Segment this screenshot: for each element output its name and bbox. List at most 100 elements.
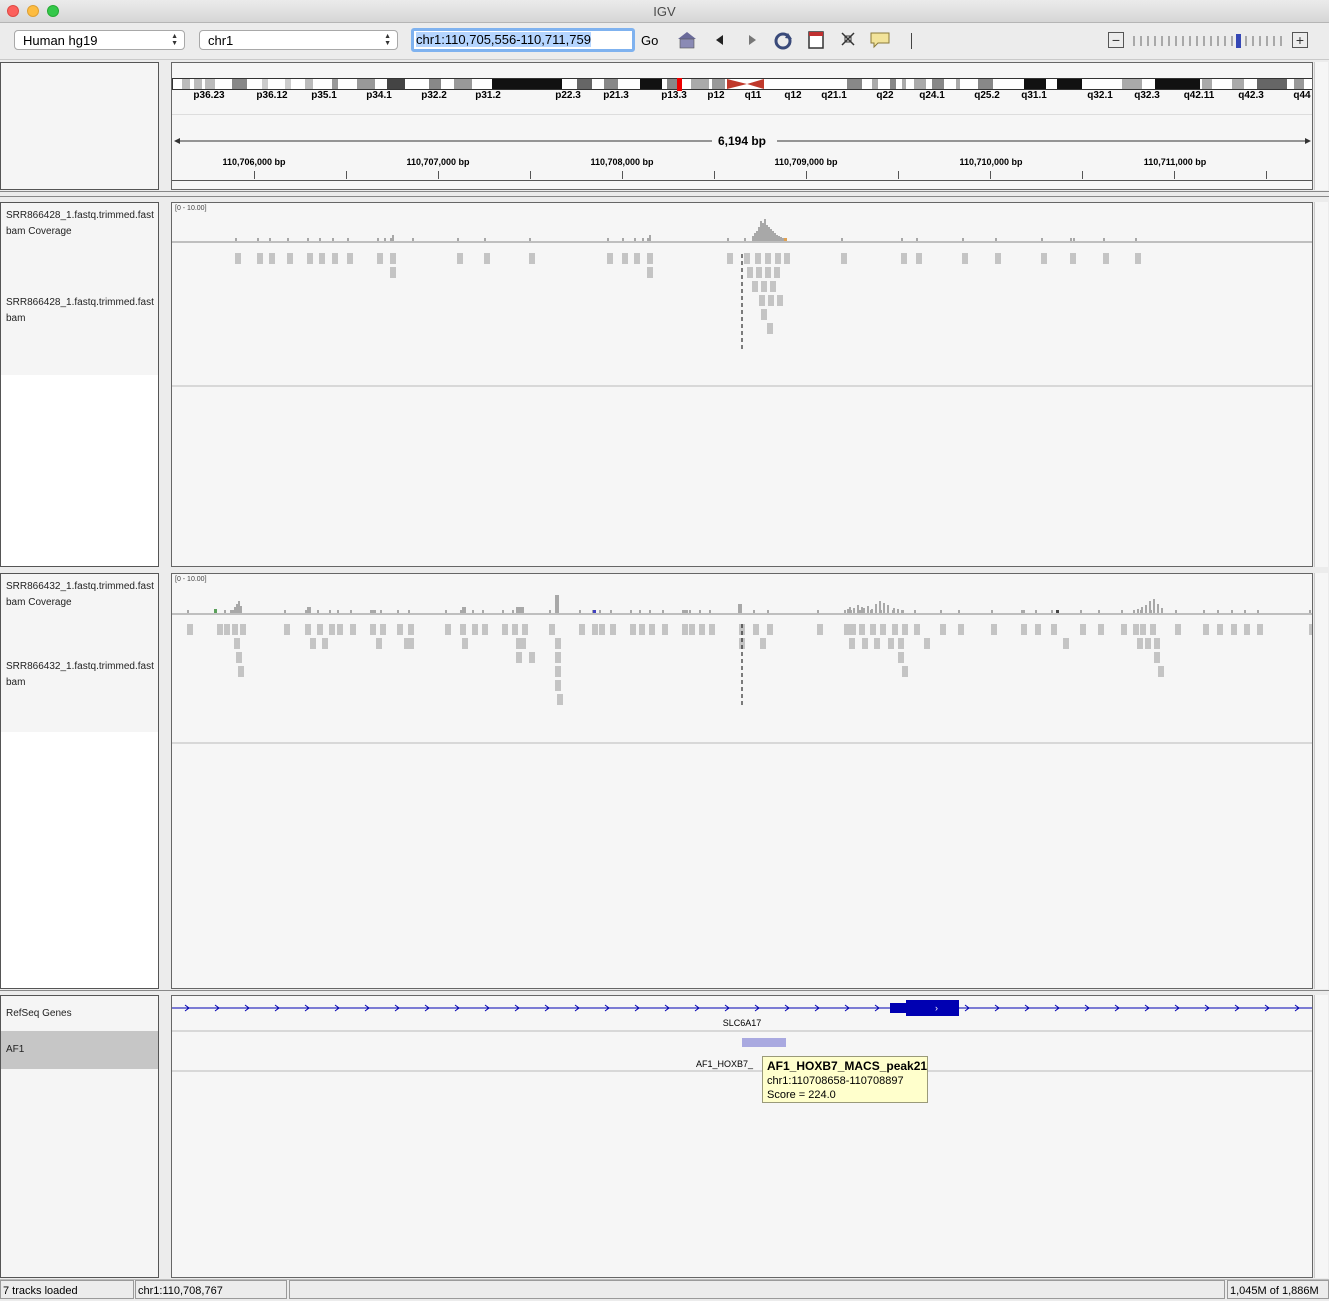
- coverage-bar: [1231, 610, 1233, 613]
- resize-to-window-icon[interactable]: [838, 31, 858, 51]
- feature-scrollbar[interactable]: [1314, 995, 1328, 1278]
- read: [240, 624, 246, 635]
- coverage-bar: [863, 608, 865, 613]
- band-label: q24.1: [919, 90, 945, 101]
- read: [817, 624, 823, 635]
- peak-feature[interactable]: [742, 1038, 786, 1047]
- read: [1063, 638, 1069, 649]
- read: [1203, 624, 1209, 635]
- panel2-data-panel[interactable]: [0 - 10.00]: [171, 573, 1313, 989]
- ruler-toggle-icon[interactable]: [911, 33, 912, 49]
- track-name-aln1[interactable]: SRR866428_1.fastq.trimmed.fast bam: [6, 295, 160, 327]
- track-name-line: bam Coverage: [6, 597, 72, 608]
- read: [1051, 624, 1057, 635]
- coverage-bar: [1133, 610, 1135, 613]
- coverage-bar: [472, 610, 474, 613]
- popup-info-icon[interactable]: [870, 31, 890, 51]
- panel1-scrollbar[interactable]: [1314, 202, 1328, 567]
- read: [390, 267, 396, 278]
- coverage-bar: [861, 607, 863, 613]
- home-icon[interactable]: [677, 31, 697, 51]
- read: [1244, 624, 1250, 635]
- track-name-af1-selected[interactable]: AF1: [1, 1031, 158, 1069]
- forward-arrow-icon[interactable]: [742, 31, 762, 51]
- read: [555, 680, 561, 691]
- ideogram-band: [1257, 79, 1287, 89]
- coverage-bar: [1135, 238, 1137, 241]
- read: [1158, 666, 1164, 677]
- ruler-tick: [806, 171, 807, 179]
- read: [520, 638, 526, 649]
- alignment-track-1[interactable]: [172, 203, 1313, 567]
- zoom-out-button[interactable]: −: [1108, 32, 1124, 48]
- band-label: q22: [876, 90, 894, 101]
- panel-divider[interactable]: [0, 990, 1329, 994]
- alignment-track-2[interactable]: [172, 574, 1313, 989]
- exon-block[interactable]: [906, 1000, 959, 1016]
- panel-divider[interactable]: [0, 568, 1329, 572]
- back-arrow-icon[interactable]: [710, 31, 730, 51]
- coverage-bar: [1041, 238, 1043, 241]
- header-data-panel[interactable]: p36.23 p36.12 p35.1 p34.1 p32.2 p31.2 p22.3 p21…: [171, 62, 1313, 190]
- zoom-slider[interactable]: [1132, 33, 1288, 49]
- read: [337, 624, 343, 635]
- read: [555, 652, 561, 663]
- read: [767, 624, 773, 635]
- coverage-bar: [269, 238, 271, 241]
- track-name-cov2[interactable]: SRR866432_1.fastq.trimmed.fast bam Covera…: [6, 579, 160, 611]
- read: [892, 624, 898, 635]
- track-name-aln2[interactable]: SRR866432_1.fastq.trimmed.fast bam: [6, 659, 160, 691]
- ideogram-band: [914, 79, 926, 89]
- panel-divider[interactable]: [0, 191, 1329, 197]
- genome-select[interactable]: Human hg19 ▲ ▼: [14, 30, 185, 50]
- coverage-bar: [857, 605, 859, 613]
- read: [901, 253, 907, 264]
- toolbar: Human hg19 ▲ ▼ chr1 ▲ ▼ chr1:110,705,556-1…: [0, 23, 1329, 60]
- read: [370, 624, 376, 635]
- coverage-bar: [847, 609, 849, 613]
- band-label: p34.1: [366, 90, 392, 101]
- coverage-bar: [859, 610, 861, 613]
- chromosome-select[interactable]: chr1 ▲ ▼: [199, 30, 398, 50]
- read: [744, 253, 750, 264]
- roi-icon[interactable]: [806, 31, 826, 51]
- coverage-bar: [782, 238, 784, 241]
- header-scrollbar[interactable]: [1314, 62, 1328, 190]
- feature-data-panel[interactable]: › SLC6A17 AF1_HOXB7_: [171, 995, 1313, 1278]
- band-label: p22.3: [555, 90, 581, 101]
- refresh-icon[interactable]: [773, 31, 793, 51]
- panel1-name-panel: SRR866428_1.fastq.trimmed.fast bam Covera…: [0, 202, 159, 567]
- coverage-bar: [1217, 610, 1219, 613]
- ideogram-band: [387, 79, 405, 89]
- ruler-tick-label: 110,710,000 bp: [959, 157, 1023, 167]
- ideogram-band: [492, 79, 562, 89]
- track-name-cov1[interactable]: SRR866428_1.fastq.trimmed.fast bam Covera…: [6, 208, 160, 240]
- read: [555, 638, 561, 649]
- track-name-refseq[interactable]: RefSeq Genes: [6, 1006, 160, 1022]
- coverage-bar: [897, 609, 899, 613]
- locus-input[interactable]: chr1:110,705,556-110,711,759: [411, 28, 635, 52]
- coverage-bar: [649, 235, 651, 241]
- coverage-bar: [522, 607, 524, 613]
- coverage-bar: [740, 604, 742, 613]
- tooltip-score: Score = 224.0: [767, 1089, 836, 1101]
- status-memory: 1,045M of 1,886M: [1227, 1280, 1329, 1299]
- panel1-data-panel[interactable]: [0 - 10.00]: [171, 202, 1313, 567]
- coverage-bar: [317, 610, 319, 613]
- zoom-in-button[interactable]: +: [1292, 32, 1308, 48]
- read: [1121, 624, 1127, 635]
- utr-block[interactable]: [890, 1003, 908, 1013]
- feature-tracks[interactable]: ›: [172, 996, 1313, 1278]
- ruler-tick: [254, 171, 255, 179]
- band-label: q44: [1293, 90, 1311, 101]
- band-label: q32.3: [1134, 90, 1160, 101]
- go-button[interactable]: Go: [641, 33, 658, 48]
- coverage-bar: [457, 238, 459, 241]
- panel2-scrollbar[interactable]: [1314, 573, 1328, 989]
- coverage-bar: [516, 607, 518, 613]
- coverage-bar: [392, 235, 394, 241]
- track-name-af1: AF1: [6, 1044, 25, 1055]
- ideogram-band: [902, 79, 906, 89]
- read: [1175, 624, 1181, 635]
- read: [995, 253, 1001, 264]
